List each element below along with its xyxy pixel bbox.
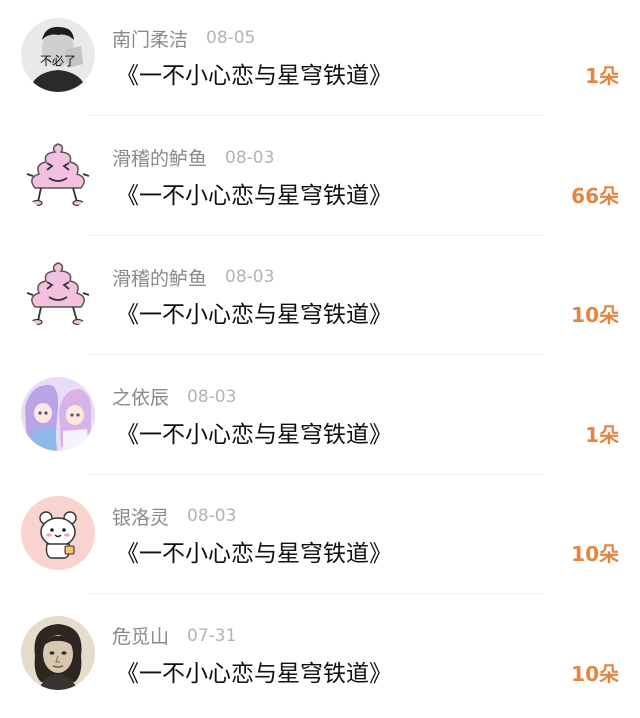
gift-record-list: 不必了 南门柔洁 08-05 《一不小心恋与星穹铁道》 1朵 滑稽的鲈鱼 08-… — [0, 0, 640, 717]
woman-portrait-avatar-icon — [21, 615, 95, 690]
divider — [88, 234, 544, 236]
list-item[interactable]: 不必了 南门柔洁 08-05 《一不小心恋与星穹铁道》 1朵 — [0, 0, 640, 120]
record-date: 08-03 — [187, 506, 237, 526]
flower-count: 66朵 — [571, 183, 619, 208]
record-meta: 之依辰 08-03 — [112, 383, 236, 411]
record-meta: 滑稽的鲈鱼 08-03 — [112, 144, 274, 172]
gift-title[interactable]: 《一不小心恋与星穹铁道》 — [116, 295, 392, 329]
flower-count: 10朵 — [571, 542, 619, 566]
record-date: 08-05 — [206, 28, 256, 48]
user-name[interactable]: 银洛灵 — [112, 503, 169, 530]
gift-title[interactable]: 《一不小心恋与星穹铁道》 — [116, 176, 392, 210]
record-meta: 南门柔洁 08-05 — [112, 24, 255, 52]
avatar[interactable] — [21, 615, 95, 690]
record-date: 08-03 — [225, 267, 275, 287]
flower-count: 10朵 — [571, 303, 619, 327]
avatar[interactable] — [21, 137, 95, 212]
divider — [88, 473, 544, 475]
record-meta: 滑稽的鲈鱼 08-03 — [112, 263, 274, 291]
gift-title[interactable]: 《一不小心恋与星穹铁道》 — [116, 654, 392, 688]
gift-title[interactable]: 《一不小心恋与星穹铁道》 — [116, 56, 392, 90]
record-meta: 银洛灵 08-03 — [112, 502, 236, 530]
flower-count: 1朵 — [585, 64, 619, 88]
gift-title[interactable]: 《一不小心恋与星穹铁道》 — [116, 415, 392, 449]
avatar[interactable]: 不必了 — [21, 18, 95, 92]
list-item[interactable]: 危觅山 07-31 《一不小心恋与星穹铁道》 10朵 — [0, 598, 640, 718]
gift-title[interactable]: 《一不小心恋与星穹铁道》 — [116, 534, 392, 568]
avatar-caption: 不必了 — [40, 54, 76, 68]
record-date: 08-03 — [187, 386, 237, 407]
cute-bear-avatar-icon — [21, 496, 95, 570]
pink-poop-character-icon — [21, 137, 95, 212]
divider — [88, 115, 544, 116]
divider — [88, 354, 544, 355]
list-item[interactable]: 滑稽的鲈鱼 08-03 《一不小心恋与星穹铁道》 66朵 — [0, 120, 640, 240]
pink-poop-character-icon — [21, 257, 95, 331]
record-date: 07-31 — [187, 625, 237, 646]
list-item[interactable]: 银洛灵 08-03 《一不小心恋与星穹铁道》 10朵 — [0, 478, 640, 598]
avatar[interactable] — [21, 257, 95, 331]
anime-girls-avatar-icon — [21, 376, 95, 451]
record-date: 08-03 — [225, 147, 275, 168]
list-item[interactable]: 之依辰 08-03 《一不小心恋与星穹铁道》 1朵 — [0, 359, 640, 479]
avatar[interactable] — [21, 496, 95, 570]
divider — [88, 593, 544, 594]
user-name[interactable]: 滑稽的鲈鱼 — [112, 264, 207, 291]
flower-count: 1朵 — [585, 422, 619, 447]
user-name[interactable]: 之依辰 — [112, 383, 169, 410]
user-name[interactable]: 南门柔洁 — [112, 25, 188, 52]
avatar[interactable] — [21, 376, 95, 451]
flower-count: 10朵 — [571, 661, 619, 686]
man-with-hand-avatar-icon: 不必了 — [21, 18, 95, 92]
record-meta: 危觅山 07-31 — [112, 622, 236, 650]
user-name[interactable]: 滑稽的鲈鱼 — [112, 144, 207, 171]
user-name[interactable]: 危觅山 — [112, 622, 169, 649]
list-item[interactable]: 滑稽的鲈鱼 08-03 《一不小心恋与星穹铁道》 10朵 — [0, 239, 640, 359]
